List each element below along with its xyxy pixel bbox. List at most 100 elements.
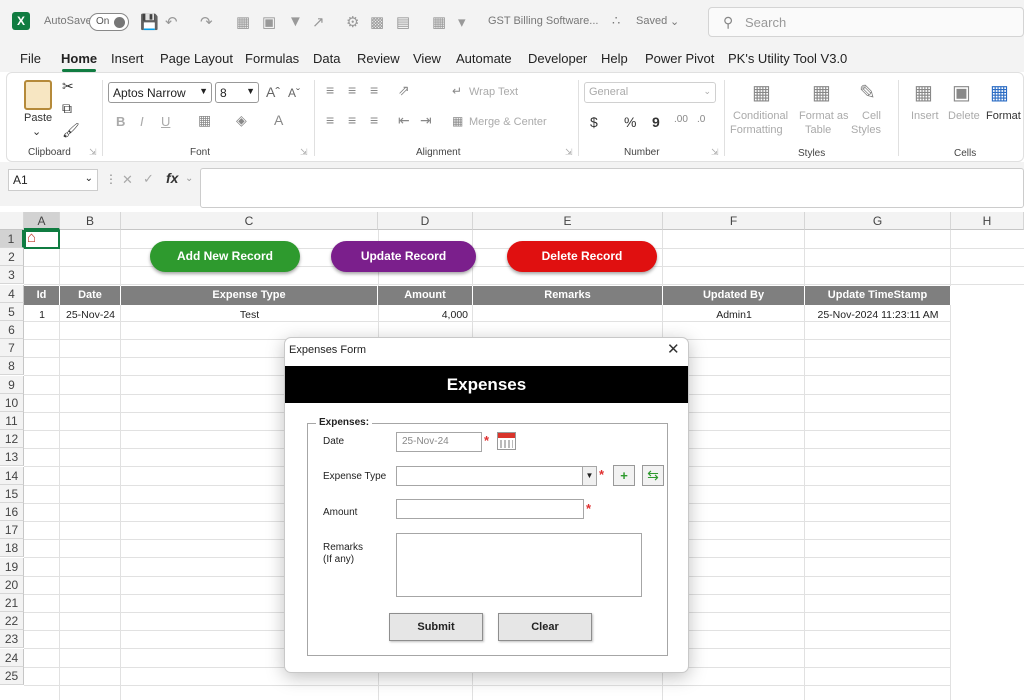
menu-data[interactable]: Data	[313, 51, 340, 66]
freeze-icon[interactable]: ▩	[370, 13, 384, 31]
column-header-f[interactable]: F	[663, 212, 805, 230]
increase-indent-icon[interactable]: ⇥	[420, 112, 432, 129]
cut-icon[interactable]: ✂	[62, 78, 74, 95]
save-icon[interactable]: 💾	[140, 13, 159, 31]
decrease-decimal-icon[interactable]: .0	[697, 114, 705, 125]
align-center-icon[interactable]: ≡	[348, 112, 356, 128]
delete-cells-icon[interactable]: ▣	[952, 80, 971, 105]
clear-button[interactable]: Clear	[498, 613, 592, 641]
alignment-launcher-icon[interactable]: ⇲	[565, 147, 573, 158]
menu-developer[interactable]: Developer	[528, 51, 587, 66]
format-painter-icon[interactable]: 🖌	[62, 122, 80, 139]
row-header[interactable]: 18	[0, 539, 24, 558]
table-header-expense-type[interactable]: Expense Type	[121, 286, 378, 305]
insert-cells-icon[interactable]: ▦	[914, 80, 933, 105]
cell-expense-type[interactable]: Test	[121, 306, 378, 324]
row-header[interactable]: 13	[0, 448, 24, 467]
menu-review[interactable]: Review	[357, 51, 400, 66]
underline-button[interactable]: U	[161, 114, 170, 129]
format-cells-button[interactable]: Format	[986, 110, 1021, 122]
cell-styles-icon[interactable]: ✎	[859, 80, 876, 105]
decrease-indent-icon[interactable]: ⇤	[398, 112, 410, 129]
column-header-b[interactable]: B	[60, 212, 121, 230]
copy-icon[interactable]: ⧉	[62, 100, 72, 117]
format-as-table-icon[interactable]: ▦	[812, 80, 831, 105]
conditional-formatting-label-2[interactable]: Formatting	[730, 124, 783, 136]
increase-decimal-icon[interactable]: .00	[674, 114, 688, 125]
row-header[interactable]: 4	[0, 284, 24, 303]
paste-icon[interactable]	[24, 80, 52, 110]
font-launcher-icon[interactable]: ⇲	[300, 147, 308, 158]
menu-help[interactable]: Help	[601, 51, 628, 66]
cell-styles-label-1[interactable]: Cell	[862, 110, 881, 122]
currency-button[interactable]: $	[590, 114, 598, 130]
font-size-dropdown[interactable]: 8 ▼	[215, 82, 259, 103]
row-header[interactable]: 14	[0, 466, 24, 485]
row-header[interactable]: 15	[0, 484, 24, 503]
select-all-corner[interactable]	[0, 212, 24, 230]
calendar-icon[interactable]	[497, 432, 516, 450]
format-cells-icon[interactable]: ▦	[990, 80, 1009, 105]
row-header[interactable]: 3	[0, 266, 24, 285]
row-header[interactable]: 21	[0, 594, 24, 612]
row-header[interactable]: 10	[0, 393, 24, 412]
row-header[interactable]: 11	[0, 412, 24, 430]
increase-font-icon[interactable]: Aˆ	[266, 84, 280, 100]
add-new-record-button[interactable]: Add New Record	[150, 241, 300, 272]
row-header[interactable]: 8	[0, 357, 24, 376]
table-header-remarks[interactable]: Remarks	[473, 286, 663, 305]
number-launcher-icon[interactable]: ⇲	[711, 147, 719, 158]
insert-function-button[interactable]: fx	[166, 170, 178, 186]
wrap-text-button[interactable]: Wrap Text	[469, 86, 518, 98]
cancel-icon[interactable]: ✕	[122, 172, 133, 188]
menu-page-layout[interactable]: Page Layout	[160, 51, 233, 66]
menu-view[interactable]: View	[413, 51, 441, 66]
row-header[interactable]: 17	[0, 521, 24, 540]
amount-field[interactable]	[396, 499, 584, 519]
customize-qat-icon[interactable]: ▾	[458, 13, 466, 31]
cell-amount[interactable]: 4,000	[378, 306, 468, 324]
row-header[interactable]: 5	[0, 302, 24, 321]
comma-button[interactable]: 9	[652, 114, 660, 130]
row-header[interactable]: 12	[0, 430, 24, 449]
row-header[interactable]: 6	[0, 321, 24, 339]
italic-button[interactable]: I	[140, 114, 144, 129]
row-header[interactable]: 1	[0, 230, 24, 248]
column-header-c[interactable]: C	[121, 212, 378, 230]
menu-pk-utility[interactable]: PK's Utility Tool V3.0	[728, 51, 847, 66]
format-as-table-label-1[interactable]: Format as	[799, 110, 849, 122]
align-middle-icon[interactable]: ≡	[348, 82, 356, 98]
filter-icon[interactable]: ▼	[288, 13, 303, 30]
picture-icon[interactable]: ▣	[262, 13, 276, 31]
menu-insert[interactable]: Insert	[111, 51, 144, 66]
wrap-text-icon[interactable]: ↵	[452, 84, 462, 98]
align-right-icon[interactable]: ≡	[370, 112, 378, 128]
clipboard-launcher-icon[interactable]: ⇲	[89, 147, 97, 158]
redo-icon[interactable]: ↷	[200, 13, 213, 31]
menu-home[interactable]: Home	[61, 51, 97, 66]
merge-icon[interactable]: ▦	[452, 114, 463, 128]
enter-icon[interactable]: ✓	[143, 171, 154, 187]
table-header-updated-by[interactable]: Updated By	[663, 286, 805, 305]
save-status-chevron-icon[interactable]: ⌄	[670, 15, 679, 28]
row-header[interactable]: 22	[0, 612, 24, 631]
conditional-formatting-label-1[interactable]: Conditional	[733, 110, 788, 122]
table-header-amount[interactable]: Amount	[378, 286, 473, 305]
paste-button[interactable]: Paste	[24, 112, 52, 124]
insert-cells-button[interactable]: Insert	[911, 110, 939, 122]
paste-chevron-icon[interactable]: ⌄	[32, 125, 41, 138]
fill-color-icon[interactable]: ◈	[236, 112, 247, 129]
column-header-e[interactable]: E	[473, 212, 663, 230]
autosave-toggle[interactable]: On	[89, 13, 129, 31]
table-header-id[interactable]: Id	[24, 286, 60, 305]
bold-button[interactable]: B	[116, 114, 125, 129]
cell-date[interactable]: 25-Nov-24	[60, 306, 121, 324]
row-header[interactable]: 25	[0, 666, 24, 685]
row-header[interactable]: 19	[0, 557, 24, 576]
row-header[interactable]: 9	[0, 375, 24, 394]
menu-formulas[interactable]: Formulas	[245, 51, 299, 66]
grid-icon[interactable]: ▦	[432, 13, 446, 31]
search-box[interactable]: ⚲ Search	[708, 7, 1024, 37]
cell-updated-by[interactable]: Admin1	[663, 306, 805, 324]
table-header-date[interactable]: Date	[60, 286, 121, 305]
